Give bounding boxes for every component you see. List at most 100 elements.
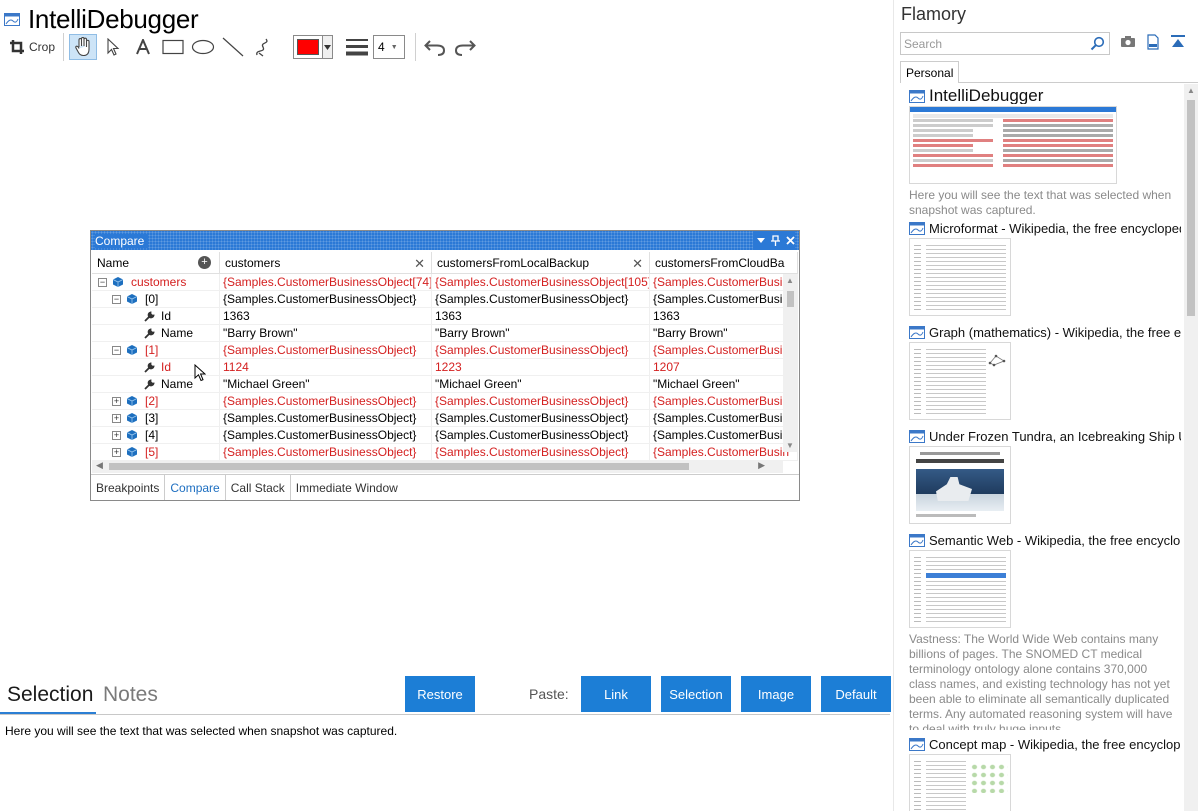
cell-value: {Samples.CustomerBusinessObject} [220, 342, 432, 358]
expand-toggle[interactable]: + [112, 396, 121, 406]
flamory-snapshot-icon [909, 325, 925, 339]
scroll-up-icon[interactable]: ▲ [1187, 86, 1195, 95]
row-name: [2] [145, 394, 159, 408]
undo-button[interactable] [421, 34, 449, 60]
redo-button[interactable] [451, 34, 479, 60]
hand-tool-button[interactable] [69, 34, 97, 60]
table-row[interactable]: − customers {Samples.CustomerBusinessObj… [92, 274, 798, 291]
cell-value: {Samples.CustomerBusinessObject} [432, 444, 650, 460]
table-row[interactable]: − [1] {Samples.CustomerBusinessObject} {… [92, 342, 798, 359]
row-name: Id [161, 360, 172, 374]
object-icon [113, 277, 123, 287]
scroll-thumb[interactable] [109, 463, 689, 470]
tab-breakpoints[interactable]: Breakpoints [91, 475, 166, 500]
crop-button[interactable]: Crop [6, 34, 58, 60]
snapshot-item[interactable]: Graph (mathematics) - Wikipedia, the fre… [909, 324, 1181, 420]
cell-value: {Samples.CustomerBusinessObject} [432, 410, 650, 426]
snapshot-item[interactable]: Microformat - Wikipedia, the free encycl… [909, 220, 1181, 316]
table-row[interactable]: + [2] {Samples.CustomerBusinessObject} {… [92, 393, 798, 410]
search-icon[interactable] [1090, 36, 1105, 51]
snapshot-thumbnail[interactable] [909, 754, 1011, 811]
tab-personal[interactable]: Personal [900, 61, 960, 83]
table-row[interactable]: − [0] {Samples.CustomerBusinessObject} {… [92, 291, 798, 308]
snapshot-item[interactable]: Concept map - Wikipedia, the free encycl… [909, 736, 1181, 811]
table-row[interactable]: + [3] {Samples.CustomerBusinessObject} {… [92, 410, 798, 427]
search-input[interactable]: Search [900, 32, 1110, 55]
row-name: customers [131, 275, 187, 289]
freehand-tool-button[interactable] [249, 34, 277, 60]
cell-value: {Samples.CustomerBusinessObject} [220, 410, 432, 426]
table-row[interactable]: + [5] {Samples.CustomerBusinessObject} {… [92, 444, 798, 461]
camera-icon[interactable] [1120, 34, 1136, 48]
ellipse-tool-button[interactable] [189, 34, 217, 60]
tab-notes[interactable]: Notes [103, 683, 158, 707]
collapse-top-icon[interactable] [1170, 34, 1186, 48]
document-icon[interactable] [1146, 34, 1160, 50]
snapshot-thumbnail[interactable] [909, 446, 1011, 524]
tab-immediate-window[interactable]: Immediate Window [291, 475, 403, 500]
sidebar-scrollbar[interactable]: ▲ [1184, 84, 1198, 811]
paste-link-button[interactable]: Link [581, 676, 651, 712]
tab-compare[interactable]: Compare [165, 475, 226, 500]
remove-column-icon[interactable]: ✕ [414, 256, 425, 272]
table-row[interactable]: + [4] {Samples.CustomerBusinessObject} {… [92, 427, 798, 444]
pointer-tool-button[interactable] [99, 34, 127, 60]
collapse-toggle[interactable]: − [98, 277, 107, 287]
compare-window: Compare Name + customers ✕ customersFrom… [90, 230, 800, 501]
snapshot-item[interactable]: Under Frozen Tundra, an Icebreaking Ship… [909, 428, 1181, 524]
scroll-up-icon[interactable]: ▲ [786, 276, 794, 285]
expand-toggle[interactable]: + [112, 447, 121, 457]
snapshot-item[interactable]: IntelliDebugger Here you will see the te… [909, 88, 1181, 218]
restore-button[interactable]: Restore [405, 676, 475, 712]
scroll-thumb[interactable] [1187, 100, 1195, 316]
pin-icon[interactable] [771, 235, 780, 246]
horizontal-scrollbar[interactable]: ◀ ▶ [92, 460, 783, 473]
paste-image-button[interactable]: Image [741, 676, 811, 712]
rectangle-tool-button[interactable] [159, 34, 187, 60]
scroll-right-icon[interactable]: ▶ [758, 460, 765, 471]
snapshot-thumbnail[interactable] [909, 342, 1011, 420]
mouse-cursor-icon [194, 364, 206, 382]
snapshot-thumbnail[interactable] [909, 550, 1011, 628]
table-row[interactable]: Name "Barry Brown" "Barry Brown" "Barry … [92, 325, 798, 342]
tab-call-stack[interactable]: Call Stack [226, 475, 291, 500]
object-icon [127, 430, 137, 440]
add-column-icon[interactable]: + [198, 256, 211, 269]
scroll-thumb[interactable] [787, 291, 794, 307]
snapshot-thumbnail[interactable] [909, 238, 1011, 316]
color-picker[interactable] [293, 35, 333, 59]
selection-text: Here you will see the text that was sele… [5, 724, 398, 738]
scroll-left-icon[interactable]: ◀ [96, 460, 103, 471]
rectangle-icon [162, 39, 184, 55]
color-dropdown[interactable] [322, 36, 332, 58]
vertical-scrollbar[interactable]: ▲ ▼ [783, 274, 798, 452]
column-header-customers[interactable]: customers ✕ [220, 252, 432, 273]
color-swatch [297, 39, 319, 55]
text-tool-button[interactable] [129, 34, 157, 60]
column-header-name[interactable]: Name + [92, 252, 220, 273]
column-label: customers [225, 255, 281, 270]
dropdown-icon[interactable] [757, 238, 765, 243]
cell-value: {Samples.CustomerBusin [650, 427, 798, 443]
flamory-snapshot-icon [909, 533, 925, 547]
expand-toggle[interactable]: + [112, 430, 121, 440]
paste-default-button[interactable]: Default [821, 676, 891, 712]
column-header-local-backup[interactable]: customersFromLocalBackup ✕ [432, 252, 650, 273]
collapse-toggle[interactable]: − [112, 294, 121, 304]
row-name: Id [161, 309, 172, 323]
close-icon[interactable] [786, 236, 795, 245]
flamory-snapshot-icon [909, 429, 925, 443]
scroll-down-icon[interactable]: ▼ [786, 441, 794, 450]
column-header-cloud-backup[interactable]: customersFromCloudBa [650, 252, 798, 273]
collapse-toggle[interactable]: − [112, 345, 121, 355]
remove-column-icon[interactable]: ✕ [632, 256, 643, 272]
paste-selection-button[interactable]: Selection [661, 676, 731, 712]
line-width-select[interactable]: 4 ▼ [373, 35, 405, 59]
snapshot-item[interactable]: Semantic Web - Wikipedia, the free encyc… [909, 532, 1181, 730]
table-row[interactable]: Id 1363 1363 1363 [92, 308, 798, 325]
line-tool-button[interactable] [219, 34, 247, 60]
expand-toggle[interactable]: + [112, 413, 121, 423]
toolbar-separator [415, 33, 416, 61]
snapshot-thumbnail[interactable] [909, 106, 1117, 184]
tab-selection[interactable]: Selection [7, 683, 93, 707]
